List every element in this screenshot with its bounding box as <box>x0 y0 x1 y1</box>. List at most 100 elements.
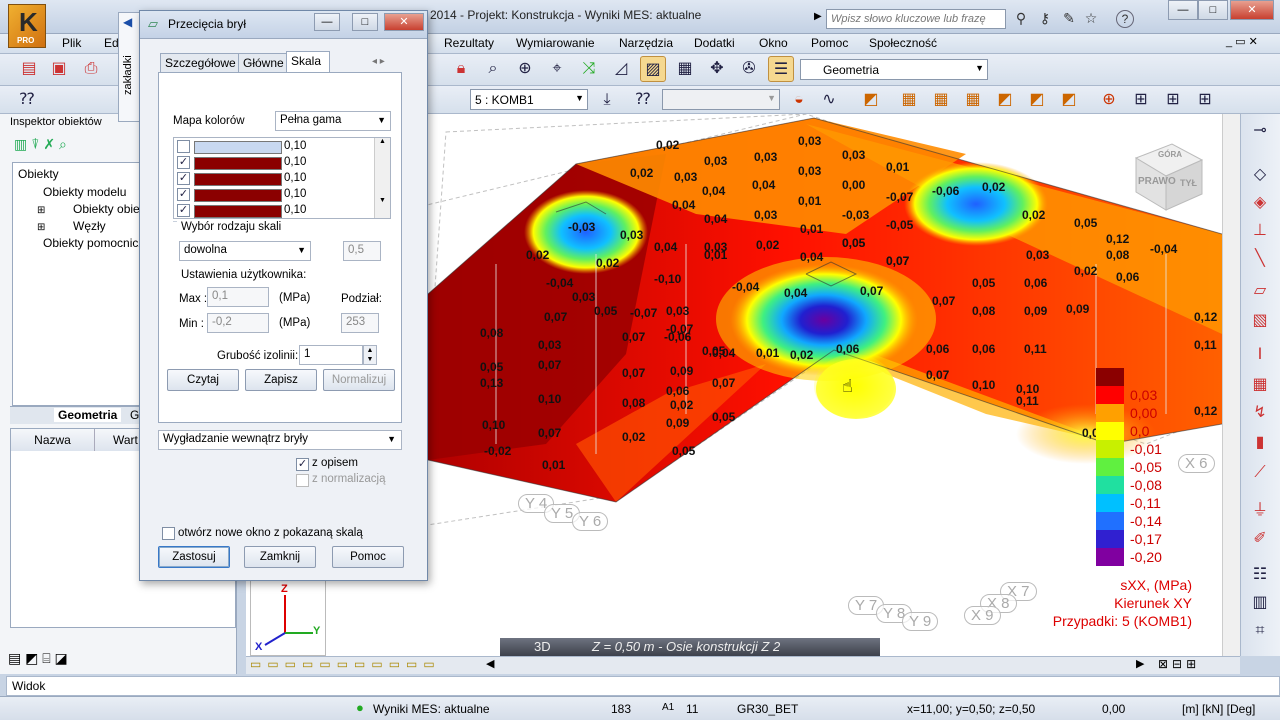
status-units[interactable]: [m] [kN] [Deg] <box>1182 702 1255 716</box>
menu-okno[interactable]: Okno <box>759 35 788 51</box>
open-new-window-checkbox[interactable] <box>162 527 175 540</box>
result-icon-7[interactable]: ◩ <box>1056 87 1082 113</box>
scroll-left-icon[interactable]: ◀ <box>486 657 494 670</box>
panel-icon[interactable]: ◇ <box>1247 162 1273 188</box>
menu-wymiarowanie[interactable]: Wymiarowanie <box>516 35 595 51</box>
panel-bottom-icons[interactable]: ▤ ◩ ⌸ ◪ <box>8 650 68 667</box>
color-row-checkbox[interactable]: ✓ <box>177 188 190 201</box>
tab-second[interactable]: G <box>130 408 139 422</box>
view-cube-right[interactable]: PRAWO <box>1138 176 1176 187</box>
smoothing-select[interactable]: Wygładzanie wewnątrz bryły ▼ <box>158 430 402 450</box>
color-scale-list[interactable]: 0,10 ✓ 0,10 ✓ 0,10 ✓ 0,10 ✓ 0,10 ▲ ▼ <box>173 137 391 219</box>
deformation-icon[interactable]: ◒ <box>786 87 812 113</box>
mdi-window-controls[interactable]: _ ▭ ✕ <box>1226 35 1258 48</box>
dialog-minimize-button[interactable]: — <box>314 13 340 31</box>
color-row-checkbox[interactable]: ✓ <box>177 204 190 217</box>
result-icon-3[interactable]: ▦ <box>928 87 954 113</box>
color-map-select[interactable]: Pełna gama ▼ <box>275 111 391 131</box>
inspector-tool-icons[interactable]: ▥ ⍒ ✗ ⌕ <box>14 136 67 153</box>
color-scale-row[interactable]: ✓ 0,10 <box>174 171 374 187</box>
view-mode[interactable]: 3D <box>534 639 551 654</box>
results-map-icon[interactable]: ▨ <box>640 56 666 82</box>
minimize-button[interactable]: — <box>1168 0 1198 20</box>
structure-icon[interactable]: ▦ <box>672 56 698 82</box>
solid-icon[interactable]: ◈ <box>1247 190 1273 216</box>
menu-pomoc[interactable]: Pomoc <box>811 35 848 51</box>
menu-dodatki[interactable]: Dodatki <box>694 35 735 51</box>
query-icon[interactable]: ⁇ <box>14 87 40 113</box>
bar-icon[interactable]: ╲ <box>1247 246 1273 272</box>
grid-icon-1[interactable]: ⊞ <box>1128 87 1154 113</box>
color-scale-row[interactable]: ✓ 0,10 <box>174 155 374 171</box>
prop-header-name[interactable]: Nazwa <box>11 429 95 451</box>
menu-plik[interactable]: Plik <box>62 35 81 51</box>
view-cube-top[interactable]: GÓRA <box>1158 150 1182 159</box>
dialog-close-button[interactable]: ✕ <box>384 13 424 31</box>
search-arrow-icon[interactable]: ▶ <box>814 11 822 22</box>
tab-scroll-icons[interactable]: ◂ ▸ <box>372 56 385 67</box>
lock-icon[interactable]: 🔒︎ <box>448 56 474 82</box>
view-cube-back[interactable]: TYŁ <box>1180 178 1197 188</box>
save-icon[interactable]: ▣ <box>46 56 72 82</box>
edit-geometry-icon[interactable]: ⟋ <box>1247 460 1273 486</box>
open-icon[interactable]: ▤ <box>16 56 42 82</box>
ground-icon[interactable]: ⏚ <box>1247 498 1273 524</box>
viewport-scrollbar[interactable] <box>1222 114 1240 656</box>
menu-rezultaty[interactable]: Rezultaty <box>444 35 494 51</box>
apply-button[interactable]: Zastosuj <box>158 546 230 568</box>
measure-icon[interactable]: ◿ <box>608 56 634 82</box>
color-scale-row[interactable]: ✓ 0,10 <box>174 203 374 218</box>
scale-type-select[interactable]: dowolna ▼ <box>179 241 311 261</box>
color-row-swatch[interactable] <box>194 157 282 170</box>
print-icon[interactable]: ⎙ <box>78 56 104 82</box>
binoculars-icon[interactable]: ⚲ <box>1012 10 1030 28</box>
block-icon[interactable]: ▧ <box>1247 308 1273 334</box>
star-icon[interactable]: ☆ <box>1082 10 1100 28</box>
grid-icon-2[interactable]: ⊞ <box>1160 87 1186 113</box>
tree-expand-icon[interactable]: ⊞ <box>37 205 45 216</box>
move-icon[interactable]: ⤨ <box>576 56 602 82</box>
wave-icon[interactable]: ∿ <box>816 87 842 113</box>
result-icon-1[interactable]: ◩ <box>858 87 884 113</box>
3d-view-icon[interactable]: ✥ <box>704 56 730 82</box>
search-input[interactable]: Wpisz słowo kluczowe lub frazę <box>826 9 1006 29</box>
menu-edycja[interactable]: Ed <box>104 35 119 51</box>
tab-skala[interactable]: Skala <box>286 51 330 73</box>
line-thickness-field[interactable]: 1 <box>299 345 363 365</box>
view-command-line[interactable]: Widok <box>6 676 1280 696</box>
color-scale-row[interactable]: ✓ 0,10 <box>174 187 374 203</box>
color-row-checkbox[interactable]: ✓ <box>177 156 190 169</box>
layout-combo[interactable]: Geometria ▼ <box>800 59 988 80</box>
slab-icon[interactable]: ▱ <box>1247 278 1273 304</box>
max-field[interactable]: 0,1 <box>207 287 269 307</box>
division-field[interactable]: 253 <box>341 313 379 333</box>
bookmarks-side-tab[interactable]: ◀ zakładki <box>118 12 140 122</box>
color-row-swatch[interactable] <box>194 141 282 154</box>
pen-icon[interactable]: ✐ <box>1247 526 1273 552</box>
help-icon[interactable]: ? <box>1116 10 1134 28</box>
wall-icon[interactable]: ▮ <box>1247 430 1273 456</box>
arrow-left-icon[interactable]: ◀ <box>123 15 132 29</box>
layout-icon[interactable]: ☰ <box>768 56 794 82</box>
zoom-icon[interactable]: ⌕ <box>480 56 506 82</box>
ladder-icon[interactable]: ☷ <box>1247 562 1273 588</box>
case-prev-icon[interactable]: ⤓ <box>594 87 620 113</box>
tab-szczegolowe[interactable]: Szczegółowe <box>160 53 241 73</box>
view-cube[interactable]: PRAWO TYŁ GÓRA <box>1132 138 1206 212</box>
key-icon[interactable]: ⚷ <box>1036 10 1054 28</box>
dialog-maximize-button[interactable]: □ <box>352 13 378 31</box>
wrench-icon[interactable]: ✇ <box>736 56 762 82</box>
edit-icon[interactable]: ✎ <box>1060 10 1078 28</box>
scroll-right-icon[interactable]: ▶ <box>1136 657 1144 670</box>
result-icon-4[interactable]: ▦ <box>960 87 986 113</box>
help-button[interactable]: Pomoc <box>332 546 404 568</box>
result-icon-6[interactable]: ◩ <box>1024 87 1050 113</box>
maximize-button[interactable]: □ <box>1198 0 1228 20</box>
with-description-checkbox[interactable]: ✓ <box>296 458 309 471</box>
color-row-checkbox[interactable] <box>177 140 190 153</box>
app-logo[interactable]: K PRO <box>8 4 46 48</box>
menu-narzedzia[interactable]: Narzędzia <box>619 35 673 51</box>
select-icon[interactable]: ⌖ <box>544 56 570 82</box>
node-icon[interactable]: ⊸ <box>1247 118 1273 144</box>
mesh-icon[interactable]: ⌗ <box>1247 618 1273 644</box>
